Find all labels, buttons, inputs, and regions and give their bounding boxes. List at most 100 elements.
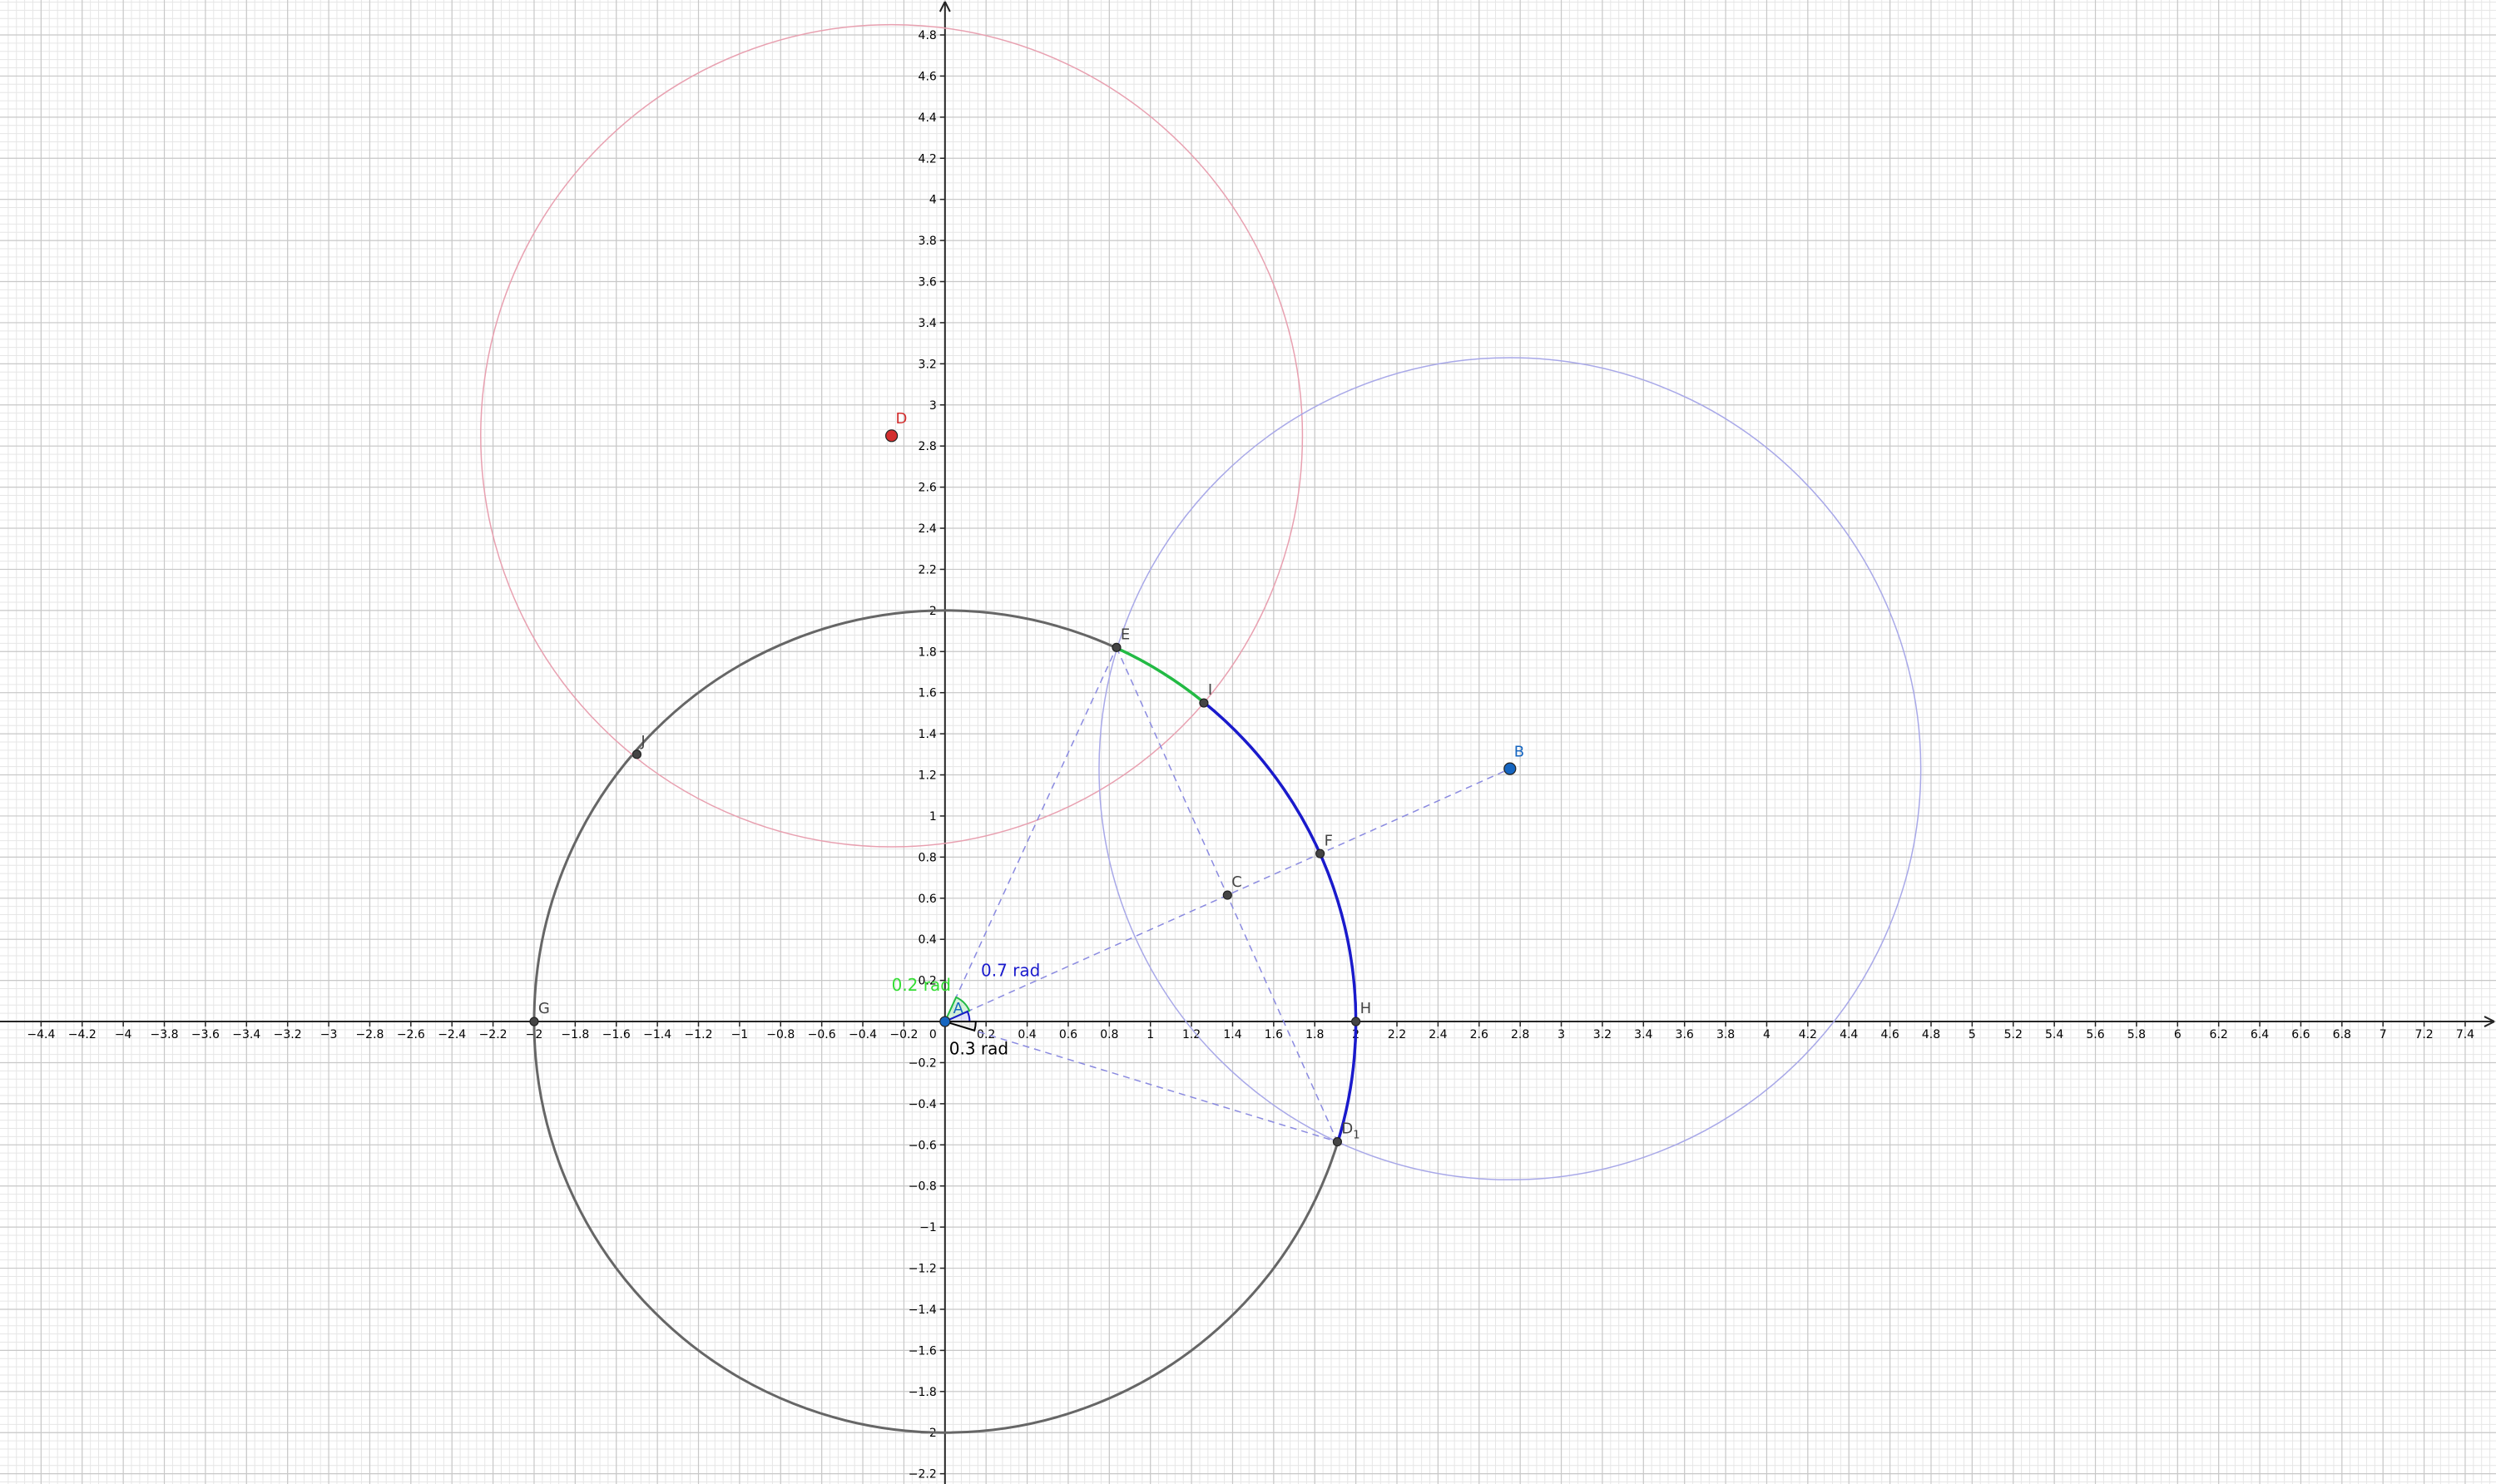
y-tick-label: 1.6 bbox=[919, 687, 937, 700]
point-e[interactable] bbox=[1112, 642, 1122, 652]
point-c[interactable] bbox=[1222, 890, 1232, 900]
x-tick-label: −3.8 bbox=[151, 1028, 179, 1041]
y-tick-label: 2.8 bbox=[919, 440, 937, 453]
y-tick-label: −1.8 bbox=[909, 1386, 937, 1399]
y-tick-label: 4.6 bbox=[919, 70, 937, 83]
circles bbox=[480, 23, 1922, 1434]
x-tick-label: −3.2 bbox=[274, 1028, 302, 1041]
y-tick-label: −0.6 bbox=[909, 1139, 937, 1152]
x-tick-label: 3.8 bbox=[1716, 1028, 1735, 1041]
x-tick-label: 6.4 bbox=[2251, 1028, 2269, 1041]
y-tick-label: −0.2 bbox=[909, 1056, 937, 1070]
point-h-label: H bbox=[1360, 1000, 1372, 1017]
x-tick-label: 5.8 bbox=[2127, 1028, 2146, 1041]
x-tick-label: 6 bbox=[2174, 1028, 2182, 1041]
point-i[interactable] bbox=[1199, 698, 1209, 708]
y-tick-label: −0.8 bbox=[909, 1180, 937, 1194]
x-tick-label: 2.6 bbox=[1470, 1028, 1488, 1041]
x-tick-label: −3.6 bbox=[191, 1028, 220, 1041]
y-tick-label: 4 bbox=[929, 194, 937, 207]
x-tick-label: −0.6 bbox=[808, 1028, 836, 1041]
y-tick-label: 1.8 bbox=[919, 646, 937, 659]
y-tick-label: −1.4 bbox=[909, 1303, 937, 1317]
point-i-label: I bbox=[1208, 681, 1212, 699]
point-g[interactable] bbox=[529, 1017, 539, 1026]
angle-black-label: 0.3 rad bbox=[949, 1039, 1008, 1059]
x-tick-label: −2.4 bbox=[438, 1028, 466, 1041]
y-tick-label: 0.8 bbox=[919, 851, 937, 864]
y-tick-label: 1.4 bbox=[919, 728, 937, 741]
x-tick-label: −1.8 bbox=[561, 1028, 589, 1041]
point-g-label: G bbox=[538, 1000, 550, 1017]
y-tick-label: −1.6 bbox=[909, 1344, 937, 1358]
x-tick-label: 3 bbox=[1558, 1028, 1565, 1041]
x-tick-label: −2.2 bbox=[479, 1028, 508, 1041]
x-tick-label: 5.2 bbox=[2004, 1028, 2023, 1041]
y-tick-label: 0.6 bbox=[919, 893, 937, 906]
x-tick-label: −1.6 bbox=[602, 1028, 631, 1041]
x-tick-label: −0.8 bbox=[766, 1028, 795, 1041]
x-tick-label: −4 bbox=[115, 1028, 132, 1041]
point-d[interactable] bbox=[885, 429, 899, 443]
x-tick-label: −4.2 bbox=[68, 1028, 97, 1041]
point-f-label: F bbox=[1325, 832, 1333, 849]
point-d1-label: D1 bbox=[1341, 1120, 1359, 1142]
y-tick-label: 4.4 bbox=[919, 111, 937, 125]
y-tick-label: 2.2 bbox=[919, 563, 937, 576]
x-tick-label: 7.4 bbox=[2456, 1028, 2474, 1041]
point-b-label: B bbox=[1514, 743, 1524, 760]
graphics-view[interactable]: −4.4 −4.2 −4 −3.8 −3.6 −3.4 −3.2 −3 −2.8 −2.6 −2.4… bbox=[0, 0, 2496, 1484]
y-tick-label: 2.4 bbox=[919, 522, 937, 536]
point-e-label: E bbox=[1121, 626, 1130, 643]
y-tick-label: 0.4 bbox=[919, 933, 937, 947]
x-tick-label: −1.2 bbox=[685, 1028, 713, 1041]
x-tick-label: 3.6 bbox=[1676, 1028, 1694, 1041]
y-tick-label: 4.2 bbox=[919, 152, 937, 166]
y-tick-label: 3 bbox=[929, 399, 937, 413]
x-tick-label: 4 bbox=[1763, 1028, 1770, 1041]
arc-e-i[interactable] bbox=[1115, 646, 1205, 704]
y-tick-label: 2.6 bbox=[919, 482, 937, 495]
point-a[interactable] bbox=[939, 1016, 951, 1027]
x-tick-label: 3.2 bbox=[1593, 1028, 1612, 1041]
x-tick-label: 0.4 bbox=[1018, 1028, 1036, 1041]
x-tick-label: −1.4 bbox=[643, 1028, 671, 1041]
x-tick-label: 6.2 bbox=[2210, 1028, 2228, 1041]
x-tick-label: −2.8 bbox=[355, 1028, 384, 1041]
point-d1[interactable] bbox=[1332, 1136, 1343, 1147]
x-tick-label: 4.2 bbox=[1799, 1028, 1817, 1041]
x-tick-label: 7 bbox=[2380, 1028, 2387, 1041]
origin-tick-label: 0 bbox=[929, 1028, 937, 1041]
x-tick-label: 1.4 bbox=[1223, 1028, 1241, 1041]
x-tick-label: 2.8 bbox=[1511, 1028, 1529, 1041]
point-c-label: C bbox=[1231, 873, 1242, 891]
x-tick-label: 4.6 bbox=[1880, 1028, 1899, 1041]
x-tick-label: 4.8 bbox=[1922, 1028, 1940, 1041]
y-tick-label: 1 bbox=[929, 810, 937, 824]
x-tick-label: 5.4 bbox=[2045, 1028, 2063, 1041]
x-tick-label: −3 bbox=[320, 1028, 338, 1041]
x-tick-label: 3.4 bbox=[1634, 1028, 1652, 1041]
angle-blue-label: 0.7 rad bbox=[981, 961, 1040, 981]
x-tick-label: 1.6 bbox=[1265, 1028, 1283, 1041]
x-tick-label: 6.6 bbox=[2291, 1028, 2310, 1041]
point-f[interactable] bbox=[1315, 848, 1325, 858]
y-tick-label: 3.6 bbox=[919, 276, 937, 289]
x-tick-label: 0.8 bbox=[1100, 1028, 1118, 1041]
x-tick-label: 2.2 bbox=[1388, 1028, 1406, 1041]
x-tick-label: −4.4 bbox=[27, 1028, 55, 1041]
x-tick-label: −0.4 bbox=[849, 1028, 877, 1041]
x-tick-label: 4.4 bbox=[1840, 1028, 1858, 1041]
point-b[interactable] bbox=[1503, 762, 1517, 775]
x-tick-label: −0.2 bbox=[889, 1028, 918, 1041]
arcs bbox=[1115, 646, 1358, 1143]
x-tick-label: 7.2 bbox=[2414, 1028, 2433, 1041]
arc-d1-i[interactable] bbox=[1202, 700, 1358, 1143]
point-j[interactable] bbox=[631, 749, 642, 759]
x-tick-label: −1 bbox=[731, 1028, 749, 1041]
point-d-label: D bbox=[896, 410, 908, 428]
point-a-label: A bbox=[953, 1000, 964, 1017]
point-h[interactable] bbox=[1351, 1017, 1361, 1026]
y-tick-label: −1 bbox=[919, 1221, 937, 1234]
x-tick-label: 1.2 bbox=[1182, 1028, 1201, 1041]
